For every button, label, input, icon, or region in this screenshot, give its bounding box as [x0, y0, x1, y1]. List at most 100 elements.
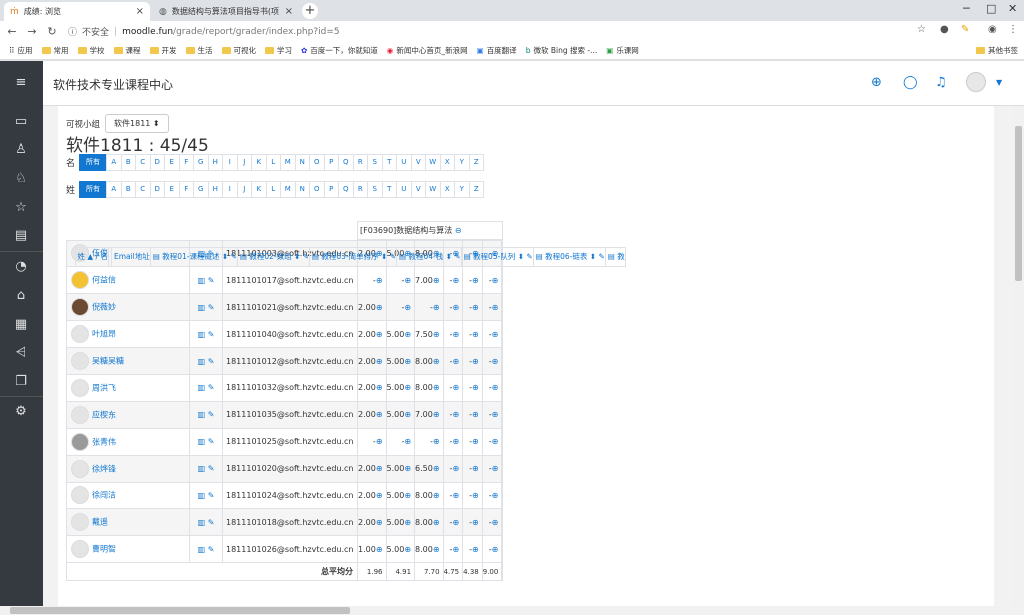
grade-cell[interactable]: 6.50⊕ — [414, 454, 444, 483]
folder-outline-icon[interactable]: ▭ — [13, 114, 29, 130]
bookmark-link[interactable]: ✿ 百度一下，你就知道 — [301, 45, 378, 56]
zoom-icon[interactable]: ⊕ — [404, 303, 411, 312]
zoom-icon[interactable]: ⊕ — [433, 276, 440, 285]
grade-item-header[interactable]: ▤ 教程03-简单排序 ⬍ ✎ — [308, 246, 398, 267]
bookmark-folder[interactable]: 常用 — [41, 45, 69, 56]
site-name[interactable]: 软件技术专业课程中心 — [53, 76, 173, 93]
initial-letter-x[interactable]: X — [439, 154, 455, 171]
initial-letter-s[interactable]: S — [367, 154, 383, 171]
grade-cell[interactable]: 5.00⊕ — [385, 400, 416, 429]
back-icon[interactable]: ← — [4, 25, 20, 38]
zoom-icon[interactable]: ⊕ — [492, 383, 499, 392]
settings-gear-icon[interactable]: ⚙ — [13, 404, 29, 420]
grade-cell[interactable]: 2.00⊕ — [357, 454, 387, 483]
files-icon[interactable]: ❐ — [13, 374, 29, 390]
edit-pencil-icon[interactable]: ✎ — [205, 383, 215, 392]
initial-letter-h[interactable]: H — [207, 154, 223, 171]
initial-letter-p[interactable]: P — [323, 181, 339, 198]
initial-letter-g[interactable]: G — [193, 181, 209, 198]
edit-pencil-icon[interactable]: ✎ — [205, 330, 215, 339]
grade-cell[interactable]: 5.00⊕ — [385, 481, 416, 510]
initial-letter-v[interactable]: V — [410, 181, 426, 198]
edit-pencil-icon[interactable]: ✎ — [205, 410, 215, 419]
student-name-link[interactable]: 戴遥 — [92, 518, 108, 527]
star-icon[interactable]: ☆ — [917, 24, 926, 35]
grade-cell[interactable]: -⊕ — [481, 373, 503, 402]
sort-edit-icon[interactable]: ⬍ ✎ — [443, 252, 460, 261]
other-bookmarks[interactable]: 其他书签 — [976, 45, 1018, 56]
initial-letter-k[interactable]: K — [251, 154, 267, 171]
grade-cell[interactable]: 8.00⊕ — [414, 535, 444, 564]
book-icon[interactable]: ▤ — [13, 228, 29, 244]
close-icon[interactable]: × — [285, 6, 293, 17]
edit-pencil-icon[interactable]: ✎ — [205, 491, 215, 500]
zoom-icon[interactable]: ⊕ — [433, 410, 440, 419]
extension-icon[interactable]: ● — [940, 24, 949, 35]
grade-item-header[interactable]: ▤ 教 — [604, 246, 626, 267]
zoom-icon[interactable]: ⊕ — [452, 330, 459, 339]
zoom-icon[interactable]: ⊕ — [492, 545, 499, 554]
bookmark-folder[interactable]: 学习 — [265, 45, 292, 56]
grade-cell[interactable]: -⊕ — [462, 481, 483, 510]
edit-pencil-icon[interactable]: ✎ — [205, 357, 215, 366]
initial-letter-z[interactable]: Z — [468, 181, 484, 198]
initial-letter-j[interactable]: J — [236, 154, 252, 171]
grade-cell[interactable]: 5.00⊕ — [385, 347, 416, 375]
grade-cell[interactable]: 2.00⊕ — [357, 400, 387, 429]
zoom-icon[interactable]: ⊕ — [472, 357, 479, 366]
profile-icon[interactable]: ◉ — [988, 24, 997, 35]
initial-letter-q[interactable]: Q — [338, 154, 354, 171]
zoom-icon[interactable]: ⊕ — [472, 410, 479, 419]
grade-cell[interactable]: -⊕ — [481, 347, 503, 375]
initial-letter-w[interactable]: W — [425, 181, 441, 198]
zoom-icon[interactable]: ⊕ — [472, 276, 479, 285]
zoom-icon[interactable]: ⊕ — [452, 410, 459, 419]
grade-cell[interactable]: -⊕ — [481, 508, 503, 537]
zoom-icon[interactable]: ⊕ — [376, 303, 383, 312]
bookmark-folder[interactable]: 学校 — [77, 45, 105, 56]
zoom-icon[interactable]: ⊕ — [452, 276, 459, 285]
initial-letter-f[interactable]: F — [178, 154, 194, 171]
zoom-icon[interactable]: ⊕ — [492, 437, 499, 446]
grade-item-header[interactable]: ▤ 教程02-数组 ⬍ ✎ — [236, 246, 310, 267]
grade-cell[interactable]: 8.00⊕ — [414, 373, 444, 402]
menu-icon[interactable]: ⋮ — [1008, 24, 1018, 35]
bookmark-folder[interactable]: 可视化 — [221, 45, 256, 56]
minimize-icon[interactable]: ─ — [963, 2, 970, 15]
calendar-icon[interactable]: ▦ — [13, 317, 29, 333]
users-icon[interactable]: ♙ — [13, 142, 29, 158]
zoom-icon[interactable]: ⊕ — [452, 464, 459, 473]
bookmark-link[interactable]: b 微软 Bing 搜索 -... — [526, 45, 598, 56]
zoom-icon[interactable]: ⊕ — [492, 410, 499, 419]
grade-cell[interactable]: -⊕ — [462, 373, 483, 402]
graduation-cap-icon[interactable]: ⩤ — [13, 345, 29, 361]
zoom-icon[interactable]: ⊕ — [404, 545, 411, 554]
student-name-link[interactable]: 何益信 — [92, 276, 116, 285]
grade-item-header[interactable]: ▤ 教程01-课程概述 ⬍ ✎ — [149, 246, 238, 267]
initial-letter-h[interactable]: H — [207, 181, 223, 198]
initial-letter-b[interactable]: B — [120, 154, 136, 171]
sort-edit-icon[interactable]: ⬍ ✎ — [220, 252, 236, 261]
zoom-icon[interactable]: ⊕ — [472, 303, 479, 312]
initial-letter-l[interactable]: L — [265, 154, 281, 171]
initial-letter-t[interactable]: T — [381, 181, 397, 198]
zoom-icon[interactable]: ⊕ — [492, 357, 499, 366]
initial-letter-s[interactable]: S — [367, 181, 383, 198]
grade-cell[interactable]: -⊕ — [462, 454, 483, 483]
initial-letter-i[interactable]: I — [222, 154, 238, 171]
student-name-link[interactable]: 曹明智 — [92, 545, 116, 554]
initial-letter-o[interactable]: O — [309, 181, 325, 198]
grade-cell[interactable]: -⊕ — [442, 400, 464, 429]
grade-cell[interactable]: -⊕ — [442, 293, 464, 322]
initial-letter-e[interactable]: E — [164, 181, 180, 198]
zoom-icon[interactable]: ⊕ — [452, 437, 459, 446]
initial-letter-t[interactable]: T — [381, 154, 397, 171]
sort-edit-icon[interactable]: ⬍ ✎ — [379, 252, 395, 261]
grade-cell[interactable]: 5.00⊕ — [385, 373, 416, 402]
tab-guide[interactable]: ◍ 数据结构与算法项目指导书(项目 × — [153, 2, 299, 21]
zoom-icon[interactable]: ⊕ — [452, 518, 459, 527]
initial-letter-r[interactable]: R — [352, 181, 368, 198]
bookmark-link[interactable]: ◉ 新闻中心首页_新浪网 — [387, 45, 468, 56]
forward-icon[interactable]: → — [24, 25, 40, 38]
language-globe-icon[interactable]: ⊕ — [871, 75, 882, 90]
